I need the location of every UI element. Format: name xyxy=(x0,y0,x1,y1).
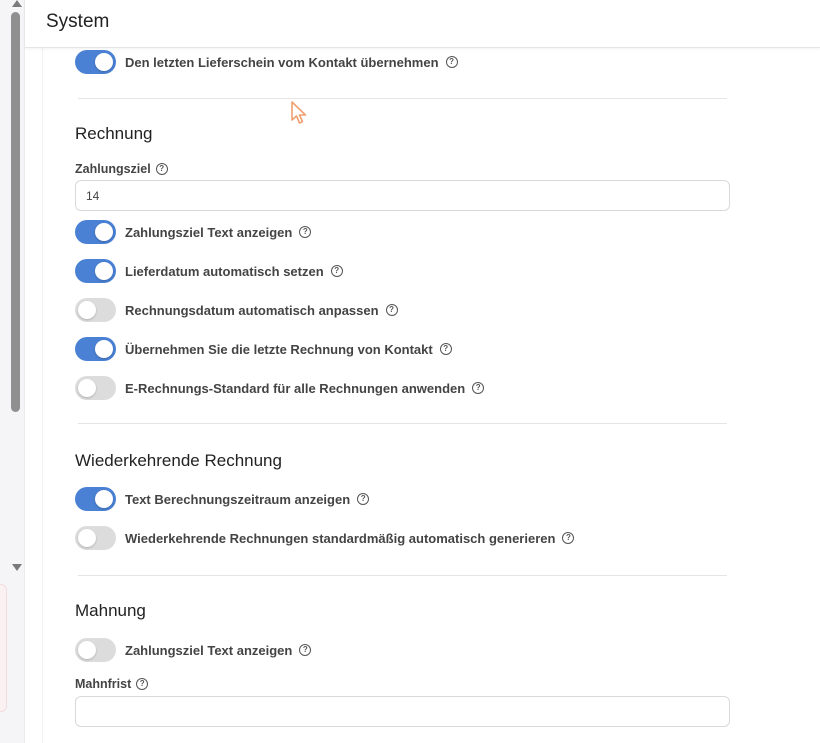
help-circle-icon[interactable]: ? xyxy=(155,163,168,175)
toggle-knob xyxy=(95,262,113,280)
section-title-mahnung: Mahnung xyxy=(75,601,146,620)
field-label-zahlungsziel: Zahlungsziel ? xyxy=(75,162,168,176)
left-side-card xyxy=(0,584,7,712)
toggle-switch[interactable] xyxy=(75,50,116,74)
help-circle-icon[interactable]: ? xyxy=(562,532,575,544)
toggle-knob xyxy=(95,340,113,358)
help-circle-icon[interactable]: ? xyxy=(299,644,312,656)
zahlungsziel-input[interactable] xyxy=(75,180,730,211)
toggle-row-mahnung-zahlungsziel-text: Zahlungsziel Text anzeigen ? xyxy=(75,638,312,662)
toggle-knob xyxy=(78,379,96,397)
toggle-row-e-rechnung: E-Rechnungs-Standard für alle Rechnungen… xyxy=(75,376,485,400)
help-circle-icon[interactable]: ? xyxy=(136,678,149,690)
toggle-switch[interactable] xyxy=(75,220,116,244)
toggle-switch[interactable] xyxy=(75,638,116,662)
section-divider xyxy=(78,98,727,99)
panel-header: System xyxy=(25,0,820,48)
toggle-switch[interactable] xyxy=(75,526,116,550)
toggle-switch[interactable] xyxy=(75,376,116,400)
help-circle-icon[interactable]: ? xyxy=(439,343,452,355)
field-label-text: Zahlungsziel xyxy=(75,162,151,176)
section-divider xyxy=(78,423,727,424)
field-label-mahnfrist: Mahnfrist ? xyxy=(75,677,149,691)
mahnfrist-input[interactable] xyxy=(75,696,730,727)
section-title-wiederkehrende: Wiederkehrende Rechnung xyxy=(75,451,282,470)
toggle-row-lieferdatum: Lieferdatum automatisch setzen ? xyxy=(75,259,343,283)
help-circle-icon[interactable]: ? xyxy=(445,56,458,68)
scroll-down-arrow-icon[interactable] xyxy=(12,564,22,571)
help-circle-icon[interactable]: ? xyxy=(472,382,485,394)
toggle-label: Den letzten Lieferschein vom Kontakt übe… xyxy=(125,54,439,70)
toggle-label: Übernehmen Sie die letzte Rechnung von K… xyxy=(125,341,433,357)
help-circle-icon[interactable]: ? xyxy=(357,493,370,505)
toggle-label: Wiederkehrende Rechnungen standardmäßig … xyxy=(125,530,556,546)
toggle-row-auto-generieren: Wiederkehrende Rechnungen standardmäßig … xyxy=(75,526,575,550)
toggle-switch[interactable] xyxy=(75,298,116,322)
scrollbar-thumb[interactable] xyxy=(11,12,20,412)
help-circle-icon[interactable]: ? xyxy=(330,265,343,277)
toggle-knob xyxy=(78,641,96,659)
field-label-text: Mahnfrist xyxy=(75,677,132,691)
scroll-up-arrow-icon[interactable] xyxy=(12,0,22,7)
toggle-knob xyxy=(95,53,113,71)
toggle-row-last-delivery-note: Den letzten Lieferschein vom Kontakt übe… xyxy=(75,50,458,74)
panel-title: System xyxy=(46,11,110,32)
toggle-row-letzte-rechnung: Übernehmen Sie die letzte Rechnung von K… xyxy=(75,337,452,361)
settings-panel xyxy=(25,0,820,743)
toggle-knob xyxy=(95,223,113,241)
mouse-pointer-icon xyxy=(291,101,307,124)
toggle-row-rechnungsdatum: Rechnungsdatum automatisch anpassen ? xyxy=(75,298,398,322)
toggle-label: Rechnungsdatum automatisch anpassen xyxy=(125,302,379,318)
toggle-label: E-Rechnungs-Standard für alle Rechnungen… xyxy=(125,380,466,396)
toggle-label: Lieferdatum automatisch setzen xyxy=(125,263,324,279)
section-title-rechnung: Rechnung xyxy=(75,124,153,143)
help-circle-icon[interactable]: ? xyxy=(299,226,312,238)
toggle-knob xyxy=(78,301,96,319)
toggle-knob xyxy=(78,529,96,547)
toggle-label: Zahlungsziel Text anzeigen xyxy=(125,642,293,658)
toggle-switch[interactable] xyxy=(75,337,116,361)
toggle-label: Text Berechnungszeitraum anzeigen xyxy=(125,491,351,507)
panel-inner-border xyxy=(42,48,43,743)
toggle-row-zahlungsziel-text: Zahlungsziel Text anzeigen ? xyxy=(75,220,312,244)
toggle-switch[interactable] xyxy=(75,487,116,511)
section-divider xyxy=(78,575,727,576)
toggle-switch[interactable] xyxy=(75,259,116,283)
help-circle-icon[interactable]: ? xyxy=(385,304,398,316)
toggle-row-berechnungszeitraum: Text Berechnungszeitraum anzeigen ? xyxy=(75,487,370,511)
toggle-knob xyxy=(95,490,113,508)
toggle-label: Zahlungsziel Text anzeigen xyxy=(125,224,293,240)
